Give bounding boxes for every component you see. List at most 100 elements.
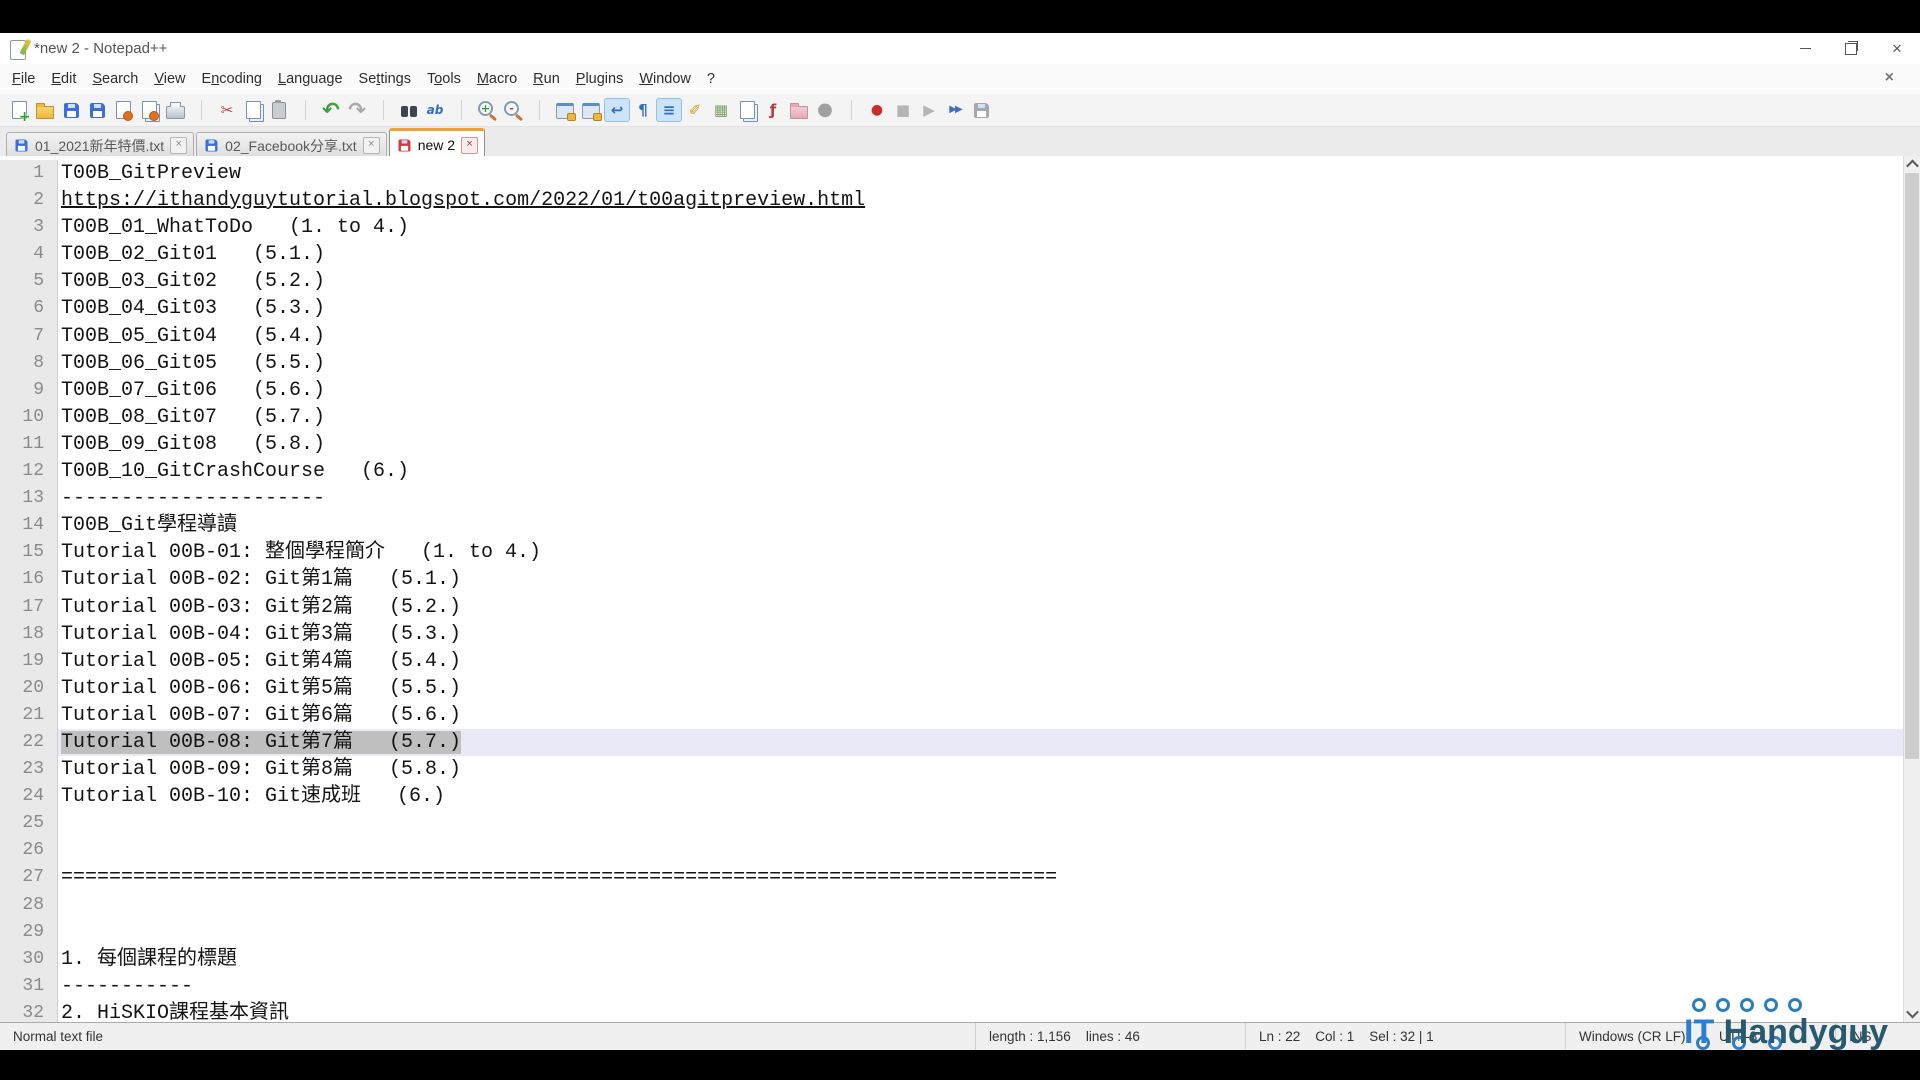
monitoring-icon[interactable]: ●	[812, 97, 838, 123]
editor-line[interactable]: 19 Tutorial 00B-05: Git第4篇 (5.4.)	[0, 648, 1903, 675]
line-number[interactable]: 1	[0, 160, 58, 187]
editor-area[interactable]: 1 T00B_GitPreview 2 https://ithandyguytu…	[0, 156, 1920, 1022]
editor-line[interactable]: 6 T00B_04_Git03 (5.3.)	[0, 295, 1903, 322]
save-all-icon[interactable]	[84, 97, 110, 123]
editor-line[interactable]: 25	[0, 810, 1903, 837]
save-macro-icon[interactable]	[968, 97, 994, 123]
line-number[interactable]: 6	[0, 295, 58, 322]
line-number[interactable]: 5	[0, 268, 58, 295]
editor-line[interactable]: 31 -----------	[0, 973, 1903, 1000]
editor-line[interactable]: 27 =====================================…	[0, 864, 1903, 891]
line-number[interactable]: 3	[0, 214, 58, 241]
zoom-out-icon[interactable]: -	[500, 97, 526, 123]
line-number[interactable]: 26	[0, 837, 58, 864]
editor-line[interactable]: 32 2. HiSKIO課程基本資訊	[0, 1000, 1903, 1022]
line-number[interactable]: 24	[0, 783, 58, 810]
stop-macro-icon[interactable]: ■	[890, 97, 916, 123]
line-number[interactable]: 13	[0, 485, 58, 512]
line-number[interactable]: 18	[0, 621, 58, 648]
editor-line[interactable]: 9 T00B_07_Git06 (5.6.)	[0, 377, 1903, 404]
editor-line[interactable]: 28	[0, 892, 1903, 919]
folder-as-workspace-icon[interactable]	[786, 97, 812, 123]
editor-line[interactable]: 20 Tutorial 00B-06: Git第5篇 (5.5.)	[0, 675, 1903, 702]
line-number[interactable]: 29	[0, 919, 58, 946]
editor-line[interactable]: 11 T00B_09_Git08 (5.8.)	[0, 431, 1903, 458]
copy-icon[interactable]	[240, 97, 266, 123]
line-number[interactable]: 20	[0, 675, 58, 702]
undo-icon[interactable]: ↶	[318, 97, 344, 123]
tab-close-icon[interactable]: ×	[461, 137, 478, 154]
editor-line[interactable]: 7 T00B_05_Git04 (5.4.)	[0, 323, 1903, 350]
line-number[interactable]: 2	[0, 187, 58, 214]
editor-line[interactable]: 23 Tutorial 00B-09: Git第8篇 (5.8.)	[0, 756, 1903, 783]
find-icon[interactable]	[396, 97, 422, 123]
record-macro-icon[interactable]: ●	[864, 97, 890, 123]
document-tab[interactable]: 01_2021新年特價.txt ×	[6, 132, 194, 158]
menu-item[interactable]: ?	[699, 68, 723, 90]
line-number[interactable]: 11	[0, 431, 58, 458]
editor-line[interactable]: 10 T00B_08_Git07 (5.7.)	[0, 404, 1903, 431]
paste-icon[interactable]	[266, 97, 292, 123]
line-number[interactable]: 16	[0, 566, 58, 593]
line-number[interactable]: 17	[0, 594, 58, 621]
line-number[interactable]: 7	[0, 323, 58, 350]
editor-line[interactable]: 30 1. 每個課程的標題	[0, 946, 1903, 973]
line-number[interactable]: 14	[0, 512, 58, 539]
line-number[interactable]: 9	[0, 377, 58, 404]
editor-line[interactable]: 29	[0, 919, 1903, 946]
editor-line[interactable]: 17 Tutorial 00B-03: Git第2篇 (5.2.)	[0, 594, 1903, 621]
menu-item[interactable]: View	[146, 68, 193, 90]
editor-line[interactable]: 5 T00B_03_Git02 (5.2.)	[0, 268, 1903, 295]
tab-close-icon[interactable]: ×	[170, 137, 187, 154]
close-all-icon[interactable]	[136, 97, 162, 123]
zoom-in-icon[interactable]: +	[474, 97, 500, 123]
print-icon[interactable]	[162, 97, 188, 123]
line-number[interactable]: 19	[0, 648, 58, 675]
show-all-characters-icon[interactable]: ¶	[630, 97, 656, 123]
line-number[interactable]: 30	[0, 946, 58, 973]
line-number[interactable]: 25	[0, 810, 58, 837]
menu-item[interactable]: Tools	[419, 68, 469, 90]
editor-line[interactable]: 18 Tutorial 00B-04: Git第3篇 (5.3.)	[0, 621, 1903, 648]
line-number[interactable]: 31	[0, 973, 58, 1000]
word-wrap-icon[interactable]: ↩	[604, 97, 630, 123]
line-number[interactable]: 8	[0, 350, 58, 377]
menu-item[interactable]: Window	[631, 68, 699, 90]
line-number[interactable]: 27	[0, 864, 58, 891]
editor-line[interactable]: 13 ----------------------	[0, 485, 1903, 512]
editor-line[interactable]: 4 T00B_02_Git01 (5.1.)	[0, 241, 1903, 268]
close-button[interactable]: ×	[1874, 33, 1920, 64]
text-content[interactable]: 1 T00B_GitPreview 2 https://ithandyguytu…	[0, 156, 1903, 1022]
sync-horizontal-scroll-icon[interactable]	[578, 97, 604, 123]
editor-line[interactable]: 24 Tutorial 00B-10: Git速成班 (6.)	[0, 783, 1903, 810]
new-file-icon[interactable]	[6, 97, 32, 123]
line-number[interactable]: 32	[0, 1000, 58, 1022]
user-defined-language-icon[interactable]: ✐	[682, 97, 708, 123]
menu-item[interactable]: Plugins	[568, 68, 632, 90]
editor-line[interactable]: 15 Tutorial 00B-01: 整個學程簡介 (1. to 4.)	[0, 539, 1903, 566]
line-number[interactable]: 28	[0, 892, 58, 919]
indent-guide-icon[interactable]: ≡	[656, 97, 682, 123]
vertical-scrollbar[interactable]	[1903, 156, 1920, 1022]
menu-item[interactable]: Run	[525, 68, 568, 90]
tab-close-icon[interactable]: ×	[363, 137, 380, 154]
save-icon[interactable]	[58, 97, 84, 123]
maximize-button[interactable]	[1828, 33, 1874, 64]
line-number[interactable]: 22	[0, 729, 58, 756]
minimize-button[interactable]	[1782, 33, 1828, 64]
line-number[interactable]: 21	[0, 702, 58, 729]
scroll-down-button[interactable]	[1904, 1005, 1920, 1022]
editor-line[interactable]: 8 T00B_06_Git05 (5.5.)	[0, 350, 1903, 377]
close-document-button[interactable]: ×	[1879, 69, 1900, 87]
function-list-icon[interactable]: ƒ	[760, 97, 786, 123]
editor-line[interactable]: 3 T00B_01_WhatToDo (1. to 4.)	[0, 214, 1903, 241]
editor-line[interactable]: 21 Tutorial 00B-07: Git第6篇 (5.6.)	[0, 702, 1903, 729]
menu-item[interactable]: Language	[270, 68, 351, 90]
play-macro-icon[interactable]: ▶	[916, 97, 942, 123]
menu-item[interactable]: Encoding	[194, 68, 270, 90]
run-macro-multiple-icon[interactable]: ▶▶	[942, 97, 968, 123]
title-bar[interactable]: *new 2 - Notepad++ ×	[0, 33, 1920, 64]
menu-item[interactable]: File	[4, 68, 43, 90]
menu-item[interactable]: Edit	[43, 68, 84, 90]
document-tab[interactable]: new 2 ×	[389, 128, 485, 159]
